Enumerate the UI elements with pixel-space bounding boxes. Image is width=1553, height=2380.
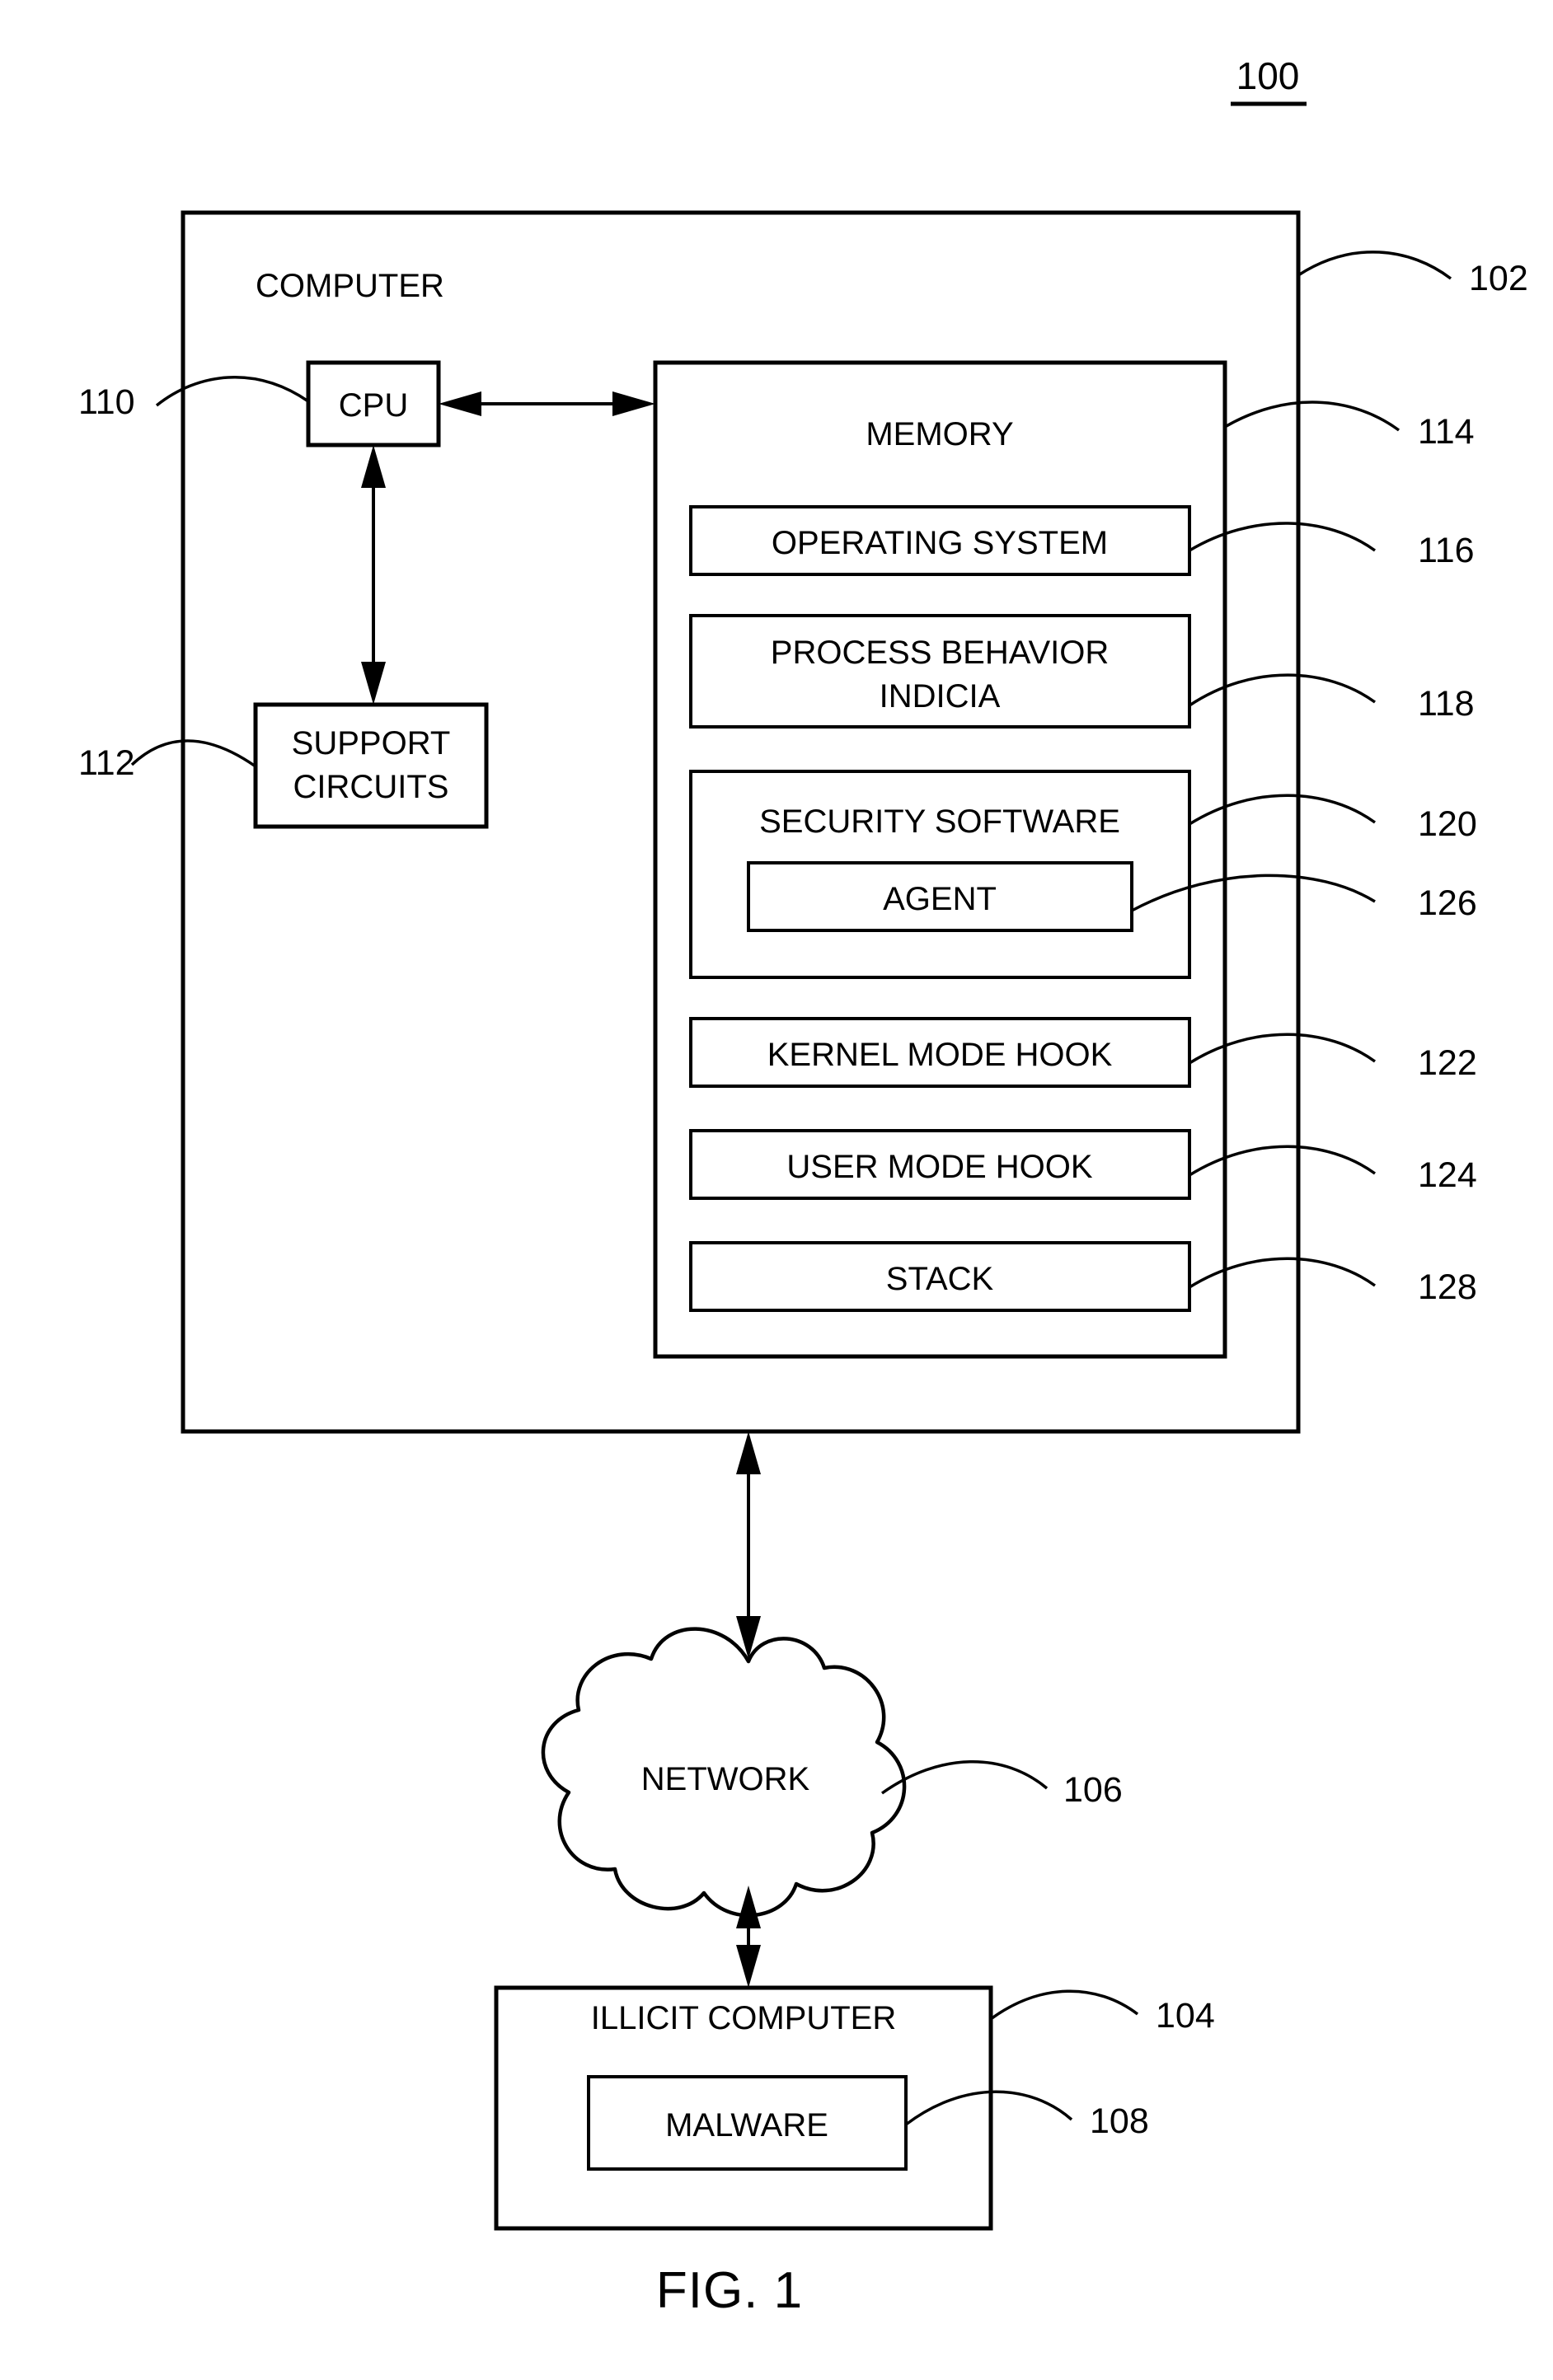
arrowhead-right-to-memory — [612, 391, 655, 416]
leader-line-128 — [1189, 1257, 1377, 1289]
leader-line-124 — [1189, 1145, 1377, 1177]
ref-122: 122 — [1418, 1043, 1477, 1083]
leader-line-120 — [1189, 794, 1377, 826]
security-software-label: SECURITY SOFTWARE — [759, 803, 1120, 840]
memory-box — [653, 360, 1227, 1359]
leader-line-110 — [155, 376, 309, 407]
security-software-box — [689, 770, 1191, 979]
process-behavior-indicia-label-line1: PROCESS BEHAVIOR — [771, 635, 1109, 671]
arrowhead-down-to-illicit-computer — [736, 1945, 761, 1988]
user-mode-hook-label: USER MODE HOOK — [786, 1149, 1092, 1185]
kernel-mode-hook-label: KERNEL MODE HOOK — [767, 1037, 1113, 1073]
patent-figure: 100 COMPUTER 102 CPU 110 SUPPORT CIRCUIT… — [0, 0, 1553, 2380]
arrowhead-up-to-cpu — [361, 445, 386, 488]
ref-102: 102 — [1469, 259, 1528, 298]
ref-114: 114 — [1418, 412, 1475, 452]
leader-line-122 — [1189, 1033, 1377, 1065]
figure-caption: FIG. 1 — [656, 2262, 803, 2319]
ref-112: 112 — [78, 743, 135, 783]
leader-line-116 — [1189, 522, 1377, 552]
ref-120: 120 — [1418, 804, 1477, 844]
agent-label: AGENT — [883, 881, 997, 917]
computer-label: COMPUTER — [256, 268, 444, 304]
network-label: NETWORK — [641, 1761, 810, 1797]
ref-124: 124 — [1418, 1155, 1477, 1195]
support-circuits-label-line2: CIRCUITS — [293, 769, 449, 805]
process-behavior-indicia-label-line2: INDICIA — [880, 678, 1001, 714]
system-number-label: 100 — [1236, 54, 1300, 97]
ref-108: 108 — [1090, 2101, 1149, 2141]
operating-system-label: OPERATING SYSTEM — [772, 525, 1108, 561]
leader-line-112 — [130, 739, 257, 768]
cpu-label: CPU — [339, 387, 408, 424]
ref-106: 106 — [1063, 1770, 1123, 1810]
support-circuits-box — [253, 702, 489, 829]
ref-104: 104 — [1156, 1996, 1215, 2036]
leader-line-102 — [1297, 251, 1452, 280]
leader-line-114 — [1224, 401, 1401, 432]
support-circuits-label-line1: SUPPORT — [292, 725, 451, 761]
illicit-computer-label: ILLICIT COMPUTER — [591, 2000, 896, 2036]
stack-label: STACK — [886, 1261, 994, 1297]
malware-label: MALWARE — [665, 2107, 828, 2143]
ref-110: 110 — [78, 382, 135, 422]
ref-128: 128 — [1418, 1267, 1477, 1307]
leader-line-126 — [1131, 874, 1376, 912]
ref-126: 126 — [1418, 883, 1477, 923]
leader-line-118 — [1189, 673, 1377, 707]
figure-canvas: 100 COMPUTER 102 CPU 110 SUPPORT CIRCUIT… — [78, 54, 1528, 2319]
arrowhead-down-to-support — [361, 662, 386, 705]
ref-116: 116 — [1418, 531, 1475, 570]
arrowhead-left-to-cpu — [439, 391, 481, 416]
leader-line-104 — [989, 1989, 1139, 2021]
ref-118: 118 — [1418, 684, 1475, 724]
arrowhead-up-to-computer — [736, 1431, 761, 1474]
leader-line-106 — [880, 1760, 1049, 1795]
memory-label: MEMORY — [866, 416, 1013, 452]
